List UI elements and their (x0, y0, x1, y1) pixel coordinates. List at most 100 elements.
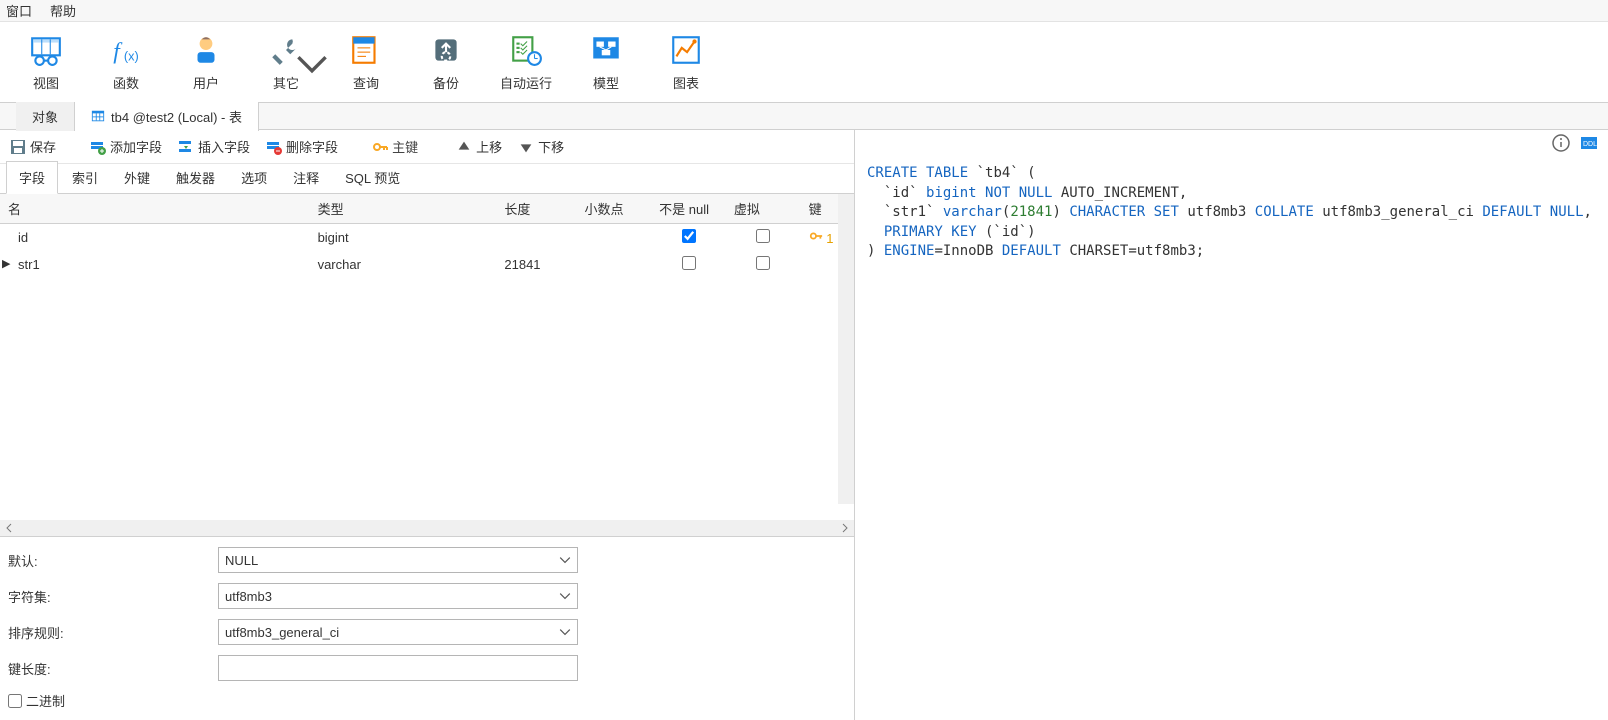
cell-length[interactable] (496, 224, 576, 252)
chevron-down-icon (559, 626, 571, 638)
cell-type[interactable]: bigint (310, 224, 497, 252)
charset-combo[interactable]: utf8mb3 (218, 583, 578, 609)
moveup-button[interactable]: 上移 (452, 135, 506, 158)
subtab-fks[interactable]: 外键 (112, 162, 162, 193)
scroll-right-icon[interactable] (840, 523, 850, 533)
subtab-sqlpreview[interactable]: SQL 预览 (333, 162, 412, 193)
tab-objects[interactable]: 对象 (16, 102, 75, 131)
svg-text:DDL: DDL (1583, 141, 1597, 148)
cell-name[interactable]: id (0, 224, 310, 252)
arrow-up-icon (456, 139, 472, 155)
cell-virtual[interactable] (756, 256, 770, 270)
save-label: 保存 (30, 137, 56, 156)
key-icon (809, 229, 823, 243)
primarykey-label: 主键 (392, 137, 418, 156)
default-combo[interactable]: NULL (218, 547, 578, 573)
horizontal-scrollbar[interactable] (0, 520, 854, 536)
ribbon-view-label: 视图 (33, 73, 59, 92)
ribbon-query[interactable]: 查询 (326, 33, 406, 92)
ddl-view[interactable]: CREATE TABLE `tb4` ( `id` bigint NOT NUL… (855, 156, 1608, 270)
addfield-button[interactable]: 添加字段 (86, 135, 166, 158)
fields-toolbar: 保存 添加字段 插入字段 删除字段 主键 上移 (0, 130, 854, 164)
deletefield-button[interactable]: 删除字段 (262, 135, 342, 158)
col-type[interactable]: 类型 (310, 194, 497, 224)
fx-icon: f(x) (109, 33, 143, 67)
subtab-triggers[interactable]: 触发器 (164, 162, 227, 193)
ribbon-function[interactable]: f(x) 函数 (86, 33, 166, 92)
cell-virtual[interactable] (756, 229, 770, 243)
key-icon (372, 139, 388, 155)
ddl-icon[interactable]: DDL (1580, 134, 1598, 152)
subtab-fields[interactable]: 字段 (6, 161, 58, 194)
insertfield-label: 插入字段 (198, 137, 250, 156)
user-icon (189, 33, 223, 67)
arrow-down-icon (518, 139, 534, 155)
collation-label: 排序规则: (8, 623, 218, 642)
primarykey-button[interactable]: 主键 (368, 135, 422, 158)
svg-text:(x): (x) (124, 48, 139, 63)
cell-length[interactable]: 21841 (496, 251, 576, 278)
col-name[interactable]: 名 (0, 194, 310, 224)
field-row[interactable]: id bigint 1 (0, 224, 854, 252)
ribbon-backup-label: 备份 (433, 73, 459, 92)
cell-decimals[interactable] (576, 251, 651, 278)
fields-grid[interactable]: 名 类型 长度 小数点 不是 null 虚拟 键 id bigint (0, 194, 854, 520)
ribbon: 视图 f(x) 函数 用户 其它 查询 备份 自动运行 模型 图表 (0, 22, 1608, 102)
insertfield-button[interactable]: 插入字段 (174, 135, 254, 158)
ribbon-autorun[interactable]: 自动运行 (486, 33, 566, 92)
ribbon-autorun-label: 自动运行 (500, 73, 552, 92)
subtab-comment[interactable]: 注释 (281, 162, 331, 193)
backup-icon (429, 33, 463, 67)
ribbon-other[interactable]: 其它 (246, 33, 326, 92)
menu-window[interactable]: 窗口 (6, 1, 32, 20)
ribbon-backup[interactable]: 备份 (406, 33, 486, 92)
col-length[interactable]: 长度 (496, 194, 576, 224)
collation-combo[interactable]: utf8mb3_general_ci (218, 619, 578, 645)
right-pane: DDL CREATE TABLE `tb4` ( `id` bigint NOT… (855, 130, 1608, 720)
cell-notnull[interactable] (682, 229, 696, 243)
ribbon-model[interactable]: 模型 (566, 33, 646, 92)
keylen-label: 键长度: (8, 659, 218, 678)
moveup-label: 上移 (476, 137, 502, 156)
ribbon-chart-label: 图表 (673, 73, 699, 92)
field-row[interactable]: ▶ str1 varchar 21841 (0, 251, 854, 278)
scroll-left-icon[interactable] (4, 523, 14, 533)
ribbon-chart[interactable]: 图表 (646, 33, 726, 92)
ribbon-user[interactable]: 用户 (166, 33, 246, 92)
cell-name[interactable]: str1 (18, 257, 40, 272)
save-button[interactable]: 保存 (6, 135, 60, 158)
ribbon-view[interactable]: 视图 (6, 33, 86, 92)
cell-decimals[interactable] (576, 224, 651, 252)
svg-text:f: f (113, 38, 123, 64)
table-icon (91, 109, 105, 123)
cell-type[interactable]: varchar (310, 251, 497, 278)
model-icon (589, 33, 623, 67)
ribbon-user-label: 用户 (193, 73, 219, 92)
addfield-label: 添加字段 (110, 137, 162, 156)
subtab-indexes[interactable]: 索引 (60, 162, 110, 193)
default-label: 默认: (8, 551, 218, 570)
chevron-down-icon (295, 47, 329, 81)
subtab-options[interactable]: 选项 (229, 162, 279, 193)
col-notnull[interactable]: 不是 null (651, 194, 726, 224)
schedule-icon (509, 33, 543, 67)
binary-checkbox[interactable] (8, 694, 22, 708)
charset-value: utf8mb3 (225, 589, 559, 604)
cell-notnull[interactable] (682, 256, 696, 270)
menu-help[interactable]: 帮助 (50, 1, 76, 20)
save-icon (10, 139, 26, 155)
movedown-label: 下移 (538, 137, 564, 156)
keylen-input[interactable] (218, 655, 578, 681)
deletefield-label: 删除字段 (286, 137, 338, 156)
col-virtual[interactable]: 虚拟 (726, 194, 801, 224)
info-icon[interactable] (1552, 134, 1570, 152)
page-tabs: 对象 tb4 @test2 (Local) - 表 (0, 102, 1608, 130)
tab-editor[interactable]: tb4 @test2 (Local) - 表 (75, 102, 259, 131)
col-decimals[interactable]: 小数点 (576, 194, 651, 224)
ribbon-query-label: 查询 (353, 73, 379, 92)
collation-value: utf8mb3_general_ci (225, 625, 559, 640)
movedown-button[interactable]: 下移 (514, 135, 568, 158)
charset-label: 字符集: (8, 587, 218, 606)
vertical-scrollbar[interactable] (838, 194, 854, 504)
current-row-marker: ▶ (2, 257, 10, 270)
